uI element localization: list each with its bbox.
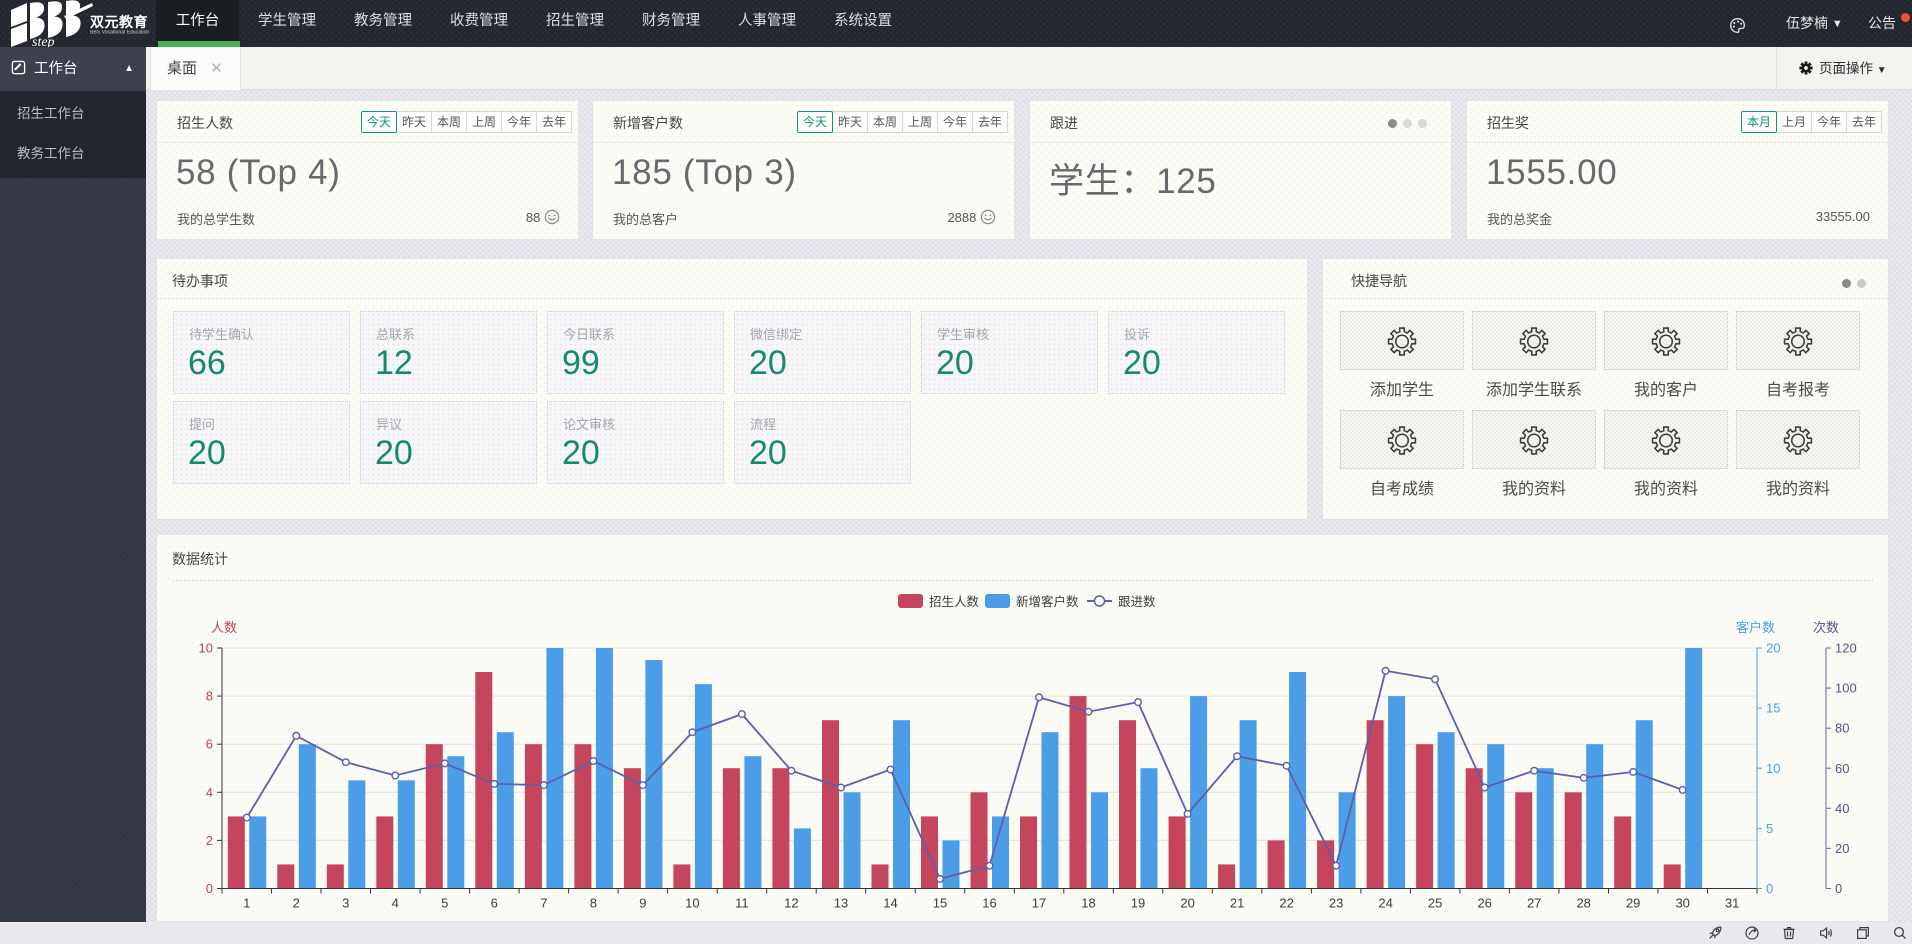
svg-text:13: 13 bbox=[834, 896, 848, 911]
svg-text:23: 23 bbox=[1329, 896, 1343, 911]
svg-text:1: 1 bbox=[243, 896, 250, 911]
svg-text:10: 10 bbox=[199, 641, 213, 656]
svg-text:120: 120 bbox=[1835, 641, 1857, 656]
svg-text:9: 9 bbox=[639, 896, 646, 911]
svg-text:跟进数: 跟进数 bbox=[1118, 594, 1156, 609]
svg-text:7: 7 bbox=[540, 896, 547, 911]
svg-text:18: 18 bbox=[1081, 896, 1095, 911]
svg-text:27: 27 bbox=[1527, 896, 1541, 911]
svg-text:15: 15 bbox=[933, 896, 947, 911]
svg-text:14: 14 bbox=[883, 896, 897, 911]
svg-text:19: 19 bbox=[1131, 896, 1145, 911]
svg-text:28: 28 bbox=[1576, 896, 1590, 911]
svg-text:22: 22 bbox=[1279, 896, 1293, 911]
svg-text:80: 80 bbox=[1835, 721, 1849, 736]
svg-text:12: 12 bbox=[784, 896, 798, 911]
svg-text:客户数: 客户数 bbox=[1736, 620, 1775, 635]
svg-text:4: 4 bbox=[392, 896, 399, 911]
svg-text:次数: 次数 bbox=[1813, 620, 1839, 635]
svg-text:29: 29 bbox=[1626, 896, 1640, 911]
svg-text:15: 15 bbox=[1766, 701, 1780, 716]
svg-text:10: 10 bbox=[685, 896, 699, 911]
svg-text:60: 60 bbox=[1835, 761, 1849, 776]
svg-text:21: 21 bbox=[1230, 896, 1244, 911]
svg-text:新增客户数: 新增客户数 bbox=[1016, 594, 1079, 609]
svg-text:step: step bbox=[32, 35, 55, 47]
svg-text:0: 0 bbox=[1766, 881, 1773, 896]
svg-text:10: 10 bbox=[1766, 761, 1780, 776]
svg-text:6: 6 bbox=[491, 896, 498, 911]
svg-text:2: 2 bbox=[206, 833, 213, 848]
svg-text:0: 0 bbox=[206, 881, 213, 896]
svg-text:25: 25 bbox=[1428, 896, 1442, 911]
svg-text:26: 26 bbox=[1477, 896, 1491, 911]
svg-text:16: 16 bbox=[982, 896, 996, 911]
svg-text:20: 20 bbox=[1180, 896, 1194, 911]
svg-text:人数: 人数 bbox=[211, 620, 237, 635]
svg-text:40: 40 bbox=[1835, 801, 1849, 816]
svg-text:20: 20 bbox=[1766, 641, 1780, 656]
svg-text:11: 11 bbox=[735, 896, 749, 911]
svg-text:24: 24 bbox=[1378, 896, 1392, 911]
svg-text:5: 5 bbox=[1766, 821, 1773, 836]
svg-text:0: 0 bbox=[1835, 881, 1842, 896]
svg-text:5: 5 bbox=[441, 896, 448, 911]
svg-text:8: 8 bbox=[590, 896, 597, 911]
svg-text:招生人数: 招生人数 bbox=[929, 594, 980, 609]
svg-text:3: 3 bbox=[342, 896, 349, 911]
svg-text:31: 31 bbox=[1725, 896, 1739, 911]
svg-text:2: 2 bbox=[293, 896, 300, 911]
svg-text:6: 6 bbox=[206, 737, 213, 752]
svg-text:100: 100 bbox=[1835, 681, 1857, 696]
svg-text:4: 4 bbox=[206, 785, 213, 800]
svg-text:30: 30 bbox=[1675, 896, 1689, 911]
svg-text:17: 17 bbox=[1032, 896, 1046, 911]
svg-text:20: 20 bbox=[1835, 841, 1849, 856]
svg-text:8: 8 bbox=[206, 689, 213, 704]
